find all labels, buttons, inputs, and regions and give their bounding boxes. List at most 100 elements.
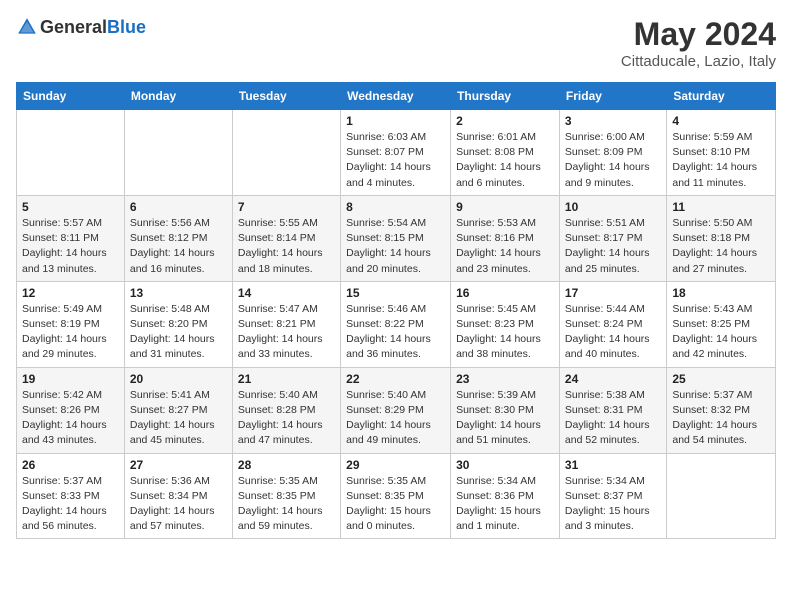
table-row [667, 453, 776, 539]
day-info: Sunrise: 5:47 AMSunset: 8:21 PMDaylight:… [238, 302, 335, 363]
day-info: Sunrise: 5:40 AMSunset: 8:29 PMDaylight:… [346, 388, 445, 449]
table-row: 12 Sunrise: 5:49 AMSunset: 8:19 PMDaylig… [17, 281, 125, 367]
table-row: 16 Sunrise: 5:45 AMSunset: 8:23 PMDaylig… [451, 281, 560, 367]
table-row: 25 Sunrise: 5:37 AMSunset: 8:32 PMDaylig… [667, 367, 776, 453]
day-info: Sunrise: 5:55 AMSunset: 8:14 PMDaylight:… [238, 216, 335, 277]
day-number: 2 [456, 114, 554, 128]
day-number: 28 [238, 458, 335, 472]
table-row: 2 Sunrise: 6:01 AMSunset: 8:08 PMDayligh… [451, 110, 560, 196]
day-number: 19 [22, 372, 119, 386]
month-year-title: May 2024 [621, 16, 776, 53]
calendar-week-5: 26 Sunrise: 5:37 AMSunset: 8:33 PMDaylig… [17, 453, 776, 539]
day-number: 21 [238, 372, 335, 386]
day-number: 6 [130, 200, 227, 214]
table-row: 31 Sunrise: 5:34 AMSunset: 8:37 PMDaylig… [559, 453, 666, 539]
table-row: 22 Sunrise: 5:40 AMSunset: 8:29 PMDaylig… [341, 367, 451, 453]
calendar-header-row: Sunday Monday Tuesday Wednesday Thursday… [17, 83, 776, 110]
day-info: Sunrise: 5:48 AMSunset: 8:20 PMDaylight:… [130, 302, 227, 363]
day-number: 27 [130, 458, 227, 472]
day-number: 1 [346, 114, 445, 128]
table-row: 1 Sunrise: 6:03 AMSunset: 8:07 PMDayligh… [341, 110, 451, 196]
day-info: Sunrise: 5:39 AMSunset: 8:30 PMDaylight:… [456, 388, 554, 449]
table-row: 11 Sunrise: 5:50 AMSunset: 8:18 PMDaylig… [667, 195, 776, 281]
title-block: May 2024 Cittaducale, Lazio, Italy [621, 16, 776, 70]
day-info: Sunrise: 5:51 AMSunset: 8:17 PMDaylight:… [565, 216, 661, 277]
day-info: Sunrise: 5:36 AMSunset: 8:34 PMDaylight:… [130, 474, 227, 535]
calendar-week-2: 5 Sunrise: 5:57 AMSunset: 8:11 PMDayligh… [17, 195, 776, 281]
table-row: 13 Sunrise: 5:48 AMSunset: 8:20 PMDaylig… [124, 281, 232, 367]
table-row: 5 Sunrise: 5:57 AMSunset: 8:11 PMDayligh… [17, 195, 125, 281]
day-info: Sunrise: 5:35 AMSunset: 8:35 PMDaylight:… [238, 474, 335, 535]
day-info: Sunrise: 5:35 AMSunset: 8:35 PMDaylight:… [346, 474, 445, 535]
day-number: 7 [238, 200, 335, 214]
day-info: Sunrise: 5:56 AMSunset: 8:12 PMDaylight:… [130, 216, 227, 277]
day-info: Sunrise: 5:57 AMSunset: 8:11 PMDaylight:… [22, 216, 119, 277]
table-row: 19 Sunrise: 5:42 AMSunset: 8:26 PMDaylig… [17, 367, 125, 453]
day-number: 11 [672, 200, 770, 214]
day-info: Sunrise: 6:01 AMSunset: 8:08 PMDaylight:… [456, 130, 554, 191]
table-row: 28 Sunrise: 5:35 AMSunset: 8:35 PMDaylig… [232, 453, 340, 539]
day-number: 4 [672, 114, 770, 128]
table-row: 3 Sunrise: 6:00 AMSunset: 8:09 PMDayligh… [559, 110, 666, 196]
table-row: 6 Sunrise: 5:56 AMSunset: 8:12 PMDayligh… [124, 195, 232, 281]
day-info: Sunrise: 5:50 AMSunset: 8:18 PMDaylight:… [672, 216, 770, 277]
table-row: 24 Sunrise: 5:38 AMSunset: 8:31 PMDaylig… [559, 367, 666, 453]
day-info: Sunrise: 5:49 AMSunset: 8:19 PMDaylight:… [22, 302, 119, 363]
logo: GeneralBlue [16, 16, 146, 38]
table-row: 18 Sunrise: 5:43 AMSunset: 8:25 PMDaylig… [667, 281, 776, 367]
table-row [124, 110, 232, 196]
table-row: 7 Sunrise: 5:55 AMSunset: 8:14 PMDayligh… [232, 195, 340, 281]
day-number: 24 [565, 372, 661, 386]
day-info: Sunrise: 5:44 AMSunset: 8:24 PMDaylight:… [565, 302, 661, 363]
day-number: 22 [346, 372, 445, 386]
day-number: 3 [565, 114, 661, 128]
table-row: 21 Sunrise: 5:40 AMSunset: 8:28 PMDaylig… [232, 367, 340, 453]
calendar-table: Sunday Monday Tuesday Wednesday Thursday… [16, 82, 776, 539]
table-row: 10 Sunrise: 5:51 AMSunset: 8:17 PMDaylig… [559, 195, 666, 281]
day-info: Sunrise: 5:38 AMSunset: 8:31 PMDaylight:… [565, 388, 661, 449]
col-friday: Friday [559, 83, 666, 110]
day-info: Sunrise: 5:34 AMSunset: 8:37 PMDaylight:… [565, 474, 661, 535]
day-number: 26 [22, 458, 119, 472]
table-row: 14 Sunrise: 5:47 AMSunset: 8:21 PMDaylig… [232, 281, 340, 367]
location-subtitle: Cittaducale, Lazio, Italy [621, 53, 776, 70]
day-number: 9 [456, 200, 554, 214]
day-number: 13 [130, 286, 227, 300]
day-info: Sunrise: 5:37 AMSunset: 8:32 PMDaylight:… [672, 388, 770, 449]
day-info: Sunrise: 5:53 AMSunset: 8:16 PMDaylight:… [456, 216, 554, 277]
col-thursday: Thursday [451, 83, 560, 110]
day-info: Sunrise: 5:42 AMSunset: 8:26 PMDaylight:… [22, 388, 119, 449]
day-info: Sunrise: 5:41 AMSunset: 8:27 PMDaylight:… [130, 388, 227, 449]
day-number: 18 [672, 286, 770, 300]
table-row: 20 Sunrise: 5:41 AMSunset: 8:27 PMDaylig… [124, 367, 232, 453]
calendar-week-4: 19 Sunrise: 5:42 AMSunset: 8:26 PMDaylig… [17, 367, 776, 453]
table-row: 27 Sunrise: 5:36 AMSunset: 8:34 PMDaylig… [124, 453, 232, 539]
day-number: 20 [130, 372, 227, 386]
day-number: 17 [565, 286, 661, 300]
day-number: 14 [238, 286, 335, 300]
calendar-week-1: 1 Sunrise: 6:03 AMSunset: 8:07 PMDayligh… [17, 110, 776, 196]
table-row: 29 Sunrise: 5:35 AMSunset: 8:35 PMDaylig… [341, 453, 451, 539]
table-row [17, 110, 125, 196]
day-number: 12 [22, 286, 119, 300]
day-info: Sunrise: 6:00 AMSunset: 8:09 PMDaylight:… [565, 130, 661, 191]
col-saturday: Saturday [667, 83, 776, 110]
day-number: 16 [456, 286, 554, 300]
day-number: 25 [672, 372, 770, 386]
table-row [232, 110, 340, 196]
day-info: Sunrise: 5:46 AMSunset: 8:22 PMDaylight:… [346, 302, 445, 363]
page-header: GeneralBlue May 2024 Cittaducale, Lazio,… [16, 16, 776, 70]
day-info: Sunrise: 5:40 AMSunset: 8:28 PMDaylight:… [238, 388, 335, 449]
table-row: 30 Sunrise: 5:34 AMSunset: 8:36 PMDaylig… [451, 453, 560, 539]
table-row: 8 Sunrise: 5:54 AMSunset: 8:15 PMDayligh… [341, 195, 451, 281]
day-number: 15 [346, 286, 445, 300]
table-row: 15 Sunrise: 5:46 AMSunset: 8:22 PMDaylig… [341, 281, 451, 367]
day-number: 31 [565, 458, 661, 472]
day-number: 5 [22, 200, 119, 214]
col-sunday: Sunday [17, 83, 125, 110]
calendar-week-3: 12 Sunrise: 5:49 AMSunset: 8:19 PMDaylig… [17, 281, 776, 367]
day-info: Sunrise: 6:03 AMSunset: 8:07 PMDaylight:… [346, 130, 445, 191]
day-number: 30 [456, 458, 554, 472]
day-info: Sunrise: 5:34 AMSunset: 8:36 PMDaylight:… [456, 474, 554, 535]
day-info: Sunrise: 5:45 AMSunset: 8:23 PMDaylight:… [456, 302, 554, 363]
